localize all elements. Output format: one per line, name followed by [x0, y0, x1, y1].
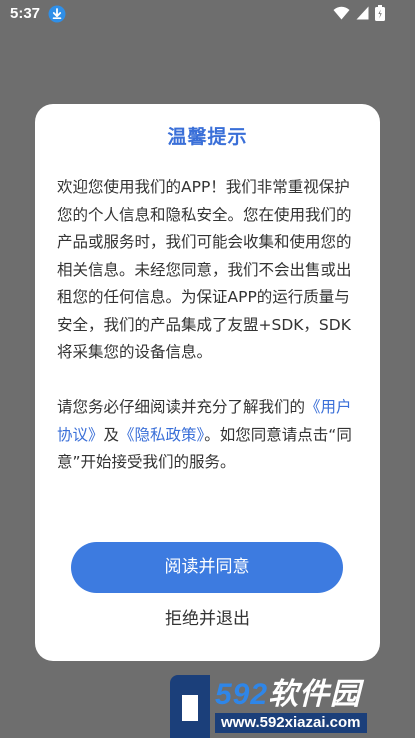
download-icon [48, 5, 66, 23]
watermark-brand-text: 软件园 [268, 678, 362, 711]
watermark-logo: 592软件园 www.592xiazai.com [170, 675, 415, 738]
status-bar: 5:37 [0, 0, 415, 28]
status-time: 5:37 [10, 5, 41, 22]
wifi-icon [333, 6, 350, 20]
dialog-paragraph-2: 请您务必仔细阅读并充分了解我们的《用户协议》及《隐私政策》。如您同意请点击“同意… [57, 394, 362, 477]
signal-icon [356, 6, 369, 20]
system-icons [333, 5, 385, 21]
watermark-url: www.592xiazai.com [215, 713, 367, 733]
dialog-paragraph-1: 欢迎您使用我们的APP！我们非常重视保护您的个人信息和隐私安全。您在使用我们的产… [57, 178, 352, 361]
paragraph-2-prefix: 请您务必仔细阅读并充分了解我们的 [57, 398, 306, 416]
watermark-number: 592 [215, 678, 269, 711]
dialog-body: 欢迎您使用我们的APP！我们非常重视保护您的个人信息和隐私安全。您在使用我们的产… [57, 174, 362, 477]
dialog-title: 温馨提示 [167, 126, 248, 148]
privacy-dialog: 温馨提示 欢迎您使用我们的APP！我们非常重视保护您的个人信息和隐私安全。您在使… [35, 104, 380, 661]
watermark-logo-mark [170, 675, 210, 738]
agree-button[interactable]: 阅读并同意 [71, 542, 343, 593]
reject-button[interactable]: 拒绝并退出 [35, 604, 380, 634]
watermark-brand: 592软件园 [215, 679, 361, 711]
privacy-policy-link[interactable]: 《隐私政策》 [119, 426, 204, 444]
battery-icon [375, 5, 385, 21]
and-text: 及 [103, 425, 120, 444]
